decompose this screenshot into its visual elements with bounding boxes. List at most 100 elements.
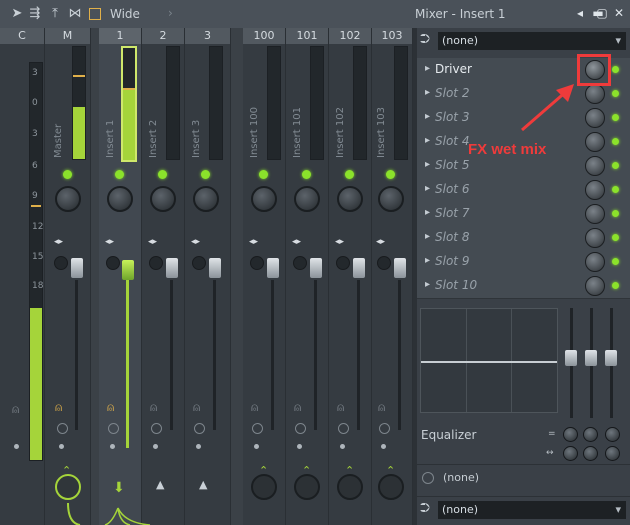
pan-knob[interactable]: [55, 186, 81, 212]
stereo-separation-icon[interactable]: ◂▸: [292, 237, 301, 247]
effect-slot-9[interactable]: ▸ Slot 9: [417, 250, 630, 275]
effect-slot-7[interactable]: ▸ Slot 7: [417, 202, 630, 227]
stereo-separation-icon[interactable]: ◂▸: [54, 237, 63, 247]
stereo-knob[interactable]: [106, 256, 120, 270]
slot-enable-led[interactable]: [612, 90, 619, 97]
stereo-knob[interactable]: [149, 256, 163, 270]
slot-enable-led[interactable]: [612, 282, 619, 289]
route-dot[interactable]: [59, 444, 64, 449]
eq-mid-fader[interactable]: [585, 350, 597, 366]
route-dot[interactable]: [153, 444, 158, 449]
eq-high-bw-knob[interactable]: [605, 446, 620, 461]
stereo-separation-icon[interactable]: ◂▸: [335, 237, 344, 247]
record-arm-icon[interactable]: ⍝: [251, 400, 258, 415]
strip-insert-100[interactable]: 100 Insert 100 ◂▸ ⍝ ⌃: [243, 28, 286, 525]
route-dot[interactable]: [297, 444, 302, 449]
slot-enable-led[interactable]: [612, 210, 619, 217]
volume-fader[interactable]: [166, 258, 178, 278]
record-arm-icon[interactable]: ⍝: [55, 400, 62, 415]
pan-knob[interactable]: [294, 186, 320, 212]
mute-led[interactable]: [259, 170, 268, 179]
slot-name[interactable]: Slot 5: [435, 158, 469, 172]
pan-knob[interactable]: [378, 186, 404, 212]
slot-arrow-icon[interactable]: ▸: [425, 135, 430, 146]
wet-mix-knob[interactable]: [585, 84, 605, 104]
slot-arrow-icon[interactable]: ▸: [425, 111, 430, 122]
eq-mid-bw-knob[interactable]: [583, 446, 598, 461]
slot-arrow-icon[interactable]: ▸: [425, 207, 430, 218]
mute-led[interactable]: [115, 170, 124, 179]
record-arm-icon[interactable]: ⍝: [150, 400, 157, 415]
export-icon[interactable]: ⤒: [48, 7, 62, 21]
stereo-knob[interactable]: [250, 256, 264, 270]
routing-icon[interactable]: ⇶: [28, 7, 42, 21]
strip-current[interactable]: C 3 0 3 6 9 12 15 18 ⍝: [0, 28, 45, 525]
clock-icon[interactable]: [422, 472, 434, 484]
wet-mix-knob[interactable]: [585, 156, 605, 176]
route-dot[interactable]: [110, 444, 115, 449]
mute-led[interactable]: [158, 170, 167, 179]
link-icon[interactable]: ⋈: [68, 7, 82, 21]
strip-insert-1[interactable]: 1 Insert 1 ◂▸ ⍝ ⬇: [99, 28, 142, 525]
stereo-separation-icon[interactable]: ◂▸: [249, 237, 258, 247]
chevron-right-icon[interactable]: ›: [168, 6, 173, 20]
record-arm-icon[interactable]: ⍝: [337, 400, 344, 415]
strip-insert-2[interactable]: 2 Insert 2 ◂▸ ⍝ ▲: [142, 28, 185, 525]
stereo-separation-icon[interactable]: ◂▸: [376, 237, 385, 247]
route-dot[interactable]: [381, 444, 386, 449]
mute-led[interactable]: [63, 170, 72, 179]
route-dot[interactable]: [14, 444, 19, 449]
slot-arrow-icon[interactable]: ▸: [425, 159, 430, 170]
eq-low-freq-knob[interactable]: [563, 427, 578, 442]
volume-fader[interactable]: [71, 258, 83, 278]
strip-insert-101[interactable]: 101 Insert 101 ◂▸ ⍝ ⌃: [286, 28, 329, 525]
slot-name[interactable]: Slot 2: [435, 86, 469, 100]
eq-high-fader[interactable]: [605, 350, 617, 366]
slot-enable-led[interactable]: [612, 234, 619, 241]
square-icon[interactable]: [89, 8, 101, 20]
clock-icon[interactable]: [108, 423, 119, 434]
slot-name[interactable]: Slot 10: [435, 278, 477, 292]
pan-knob[interactable]: [337, 186, 363, 212]
slot-arrow-icon[interactable]: ▸: [425, 183, 430, 194]
effect-slot-6[interactable]: ▸ Slot 6: [417, 178, 630, 203]
eq-low-bw-knob[interactable]: [563, 446, 578, 461]
strip-insert-103[interactable]: 103 Insert 103 ◂▸ ⍝ ⌃: [372, 28, 413, 525]
slot-name[interactable]: Slot 8: [435, 230, 469, 244]
pan-knob[interactable]: [107, 186, 133, 212]
mute-led[interactable]: [345, 170, 354, 179]
slot-enable-led[interactable]: [612, 138, 619, 145]
latency-value[interactable]: (none): [443, 471, 479, 484]
output-dropdown[interactable]: (none) ▾: [438, 501, 626, 519]
record-arm-icon[interactable]: ⍝: [107, 400, 114, 415]
slot-arrow-icon[interactable]: ▸: [425, 63, 430, 74]
slot-arrow-icon[interactable]: ▸: [425, 279, 430, 290]
slot-enable-led[interactable]: [612, 162, 619, 169]
stereo-knob[interactable]: [54, 256, 68, 270]
route-dot[interactable]: [340, 444, 345, 449]
clock-icon[interactable]: [194, 423, 205, 434]
slot-arrow-icon[interactable]: ▸: [425, 231, 430, 242]
effect-slot-10[interactable]: ▸ Slot 10: [417, 274, 630, 299]
mute-led[interactable]: [386, 170, 395, 179]
strip-insert-102[interactable]: 102 Insert 102 ◂▸ ⍝ ⌃: [329, 28, 372, 525]
eq-mid-freq-knob[interactable]: [583, 427, 598, 442]
route-dot[interactable]: [196, 444, 201, 449]
slot-name[interactable]: Slot 4: [435, 134, 469, 148]
cursor-icon[interactable]: ➤: [10, 7, 24, 21]
volume-fader[interactable]: [122, 260, 134, 280]
input-dropdown[interactable]: (none) ▾: [438, 32, 626, 50]
volume-fader[interactable]: [394, 258, 406, 278]
wet-mix-knob[interactable]: [585, 204, 605, 224]
slot-enable-led[interactable]: [612, 186, 619, 193]
mute-led[interactable]: [302, 170, 311, 179]
volume-fader[interactable]: [310, 258, 322, 278]
clock-icon[interactable]: [338, 423, 349, 434]
route-send-knob[interactable]: [251, 474, 277, 500]
strip-insert-3[interactable]: 3 Insert 3 ◂▸ ⍝ ▲: [185, 28, 231, 525]
slot-enable-led[interactable]: [612, 114, 619, 121]
pan-knob[interactable]: [251, 186, 277, 212]
eq-high-freq-knob[interactable]: [605, 427, 620, 442]
volume-fader[interactable]: [209, 258, 221, 278]
stereo-separation-icon[interactable]: ◂▸: [191, 237, 200, 247]
